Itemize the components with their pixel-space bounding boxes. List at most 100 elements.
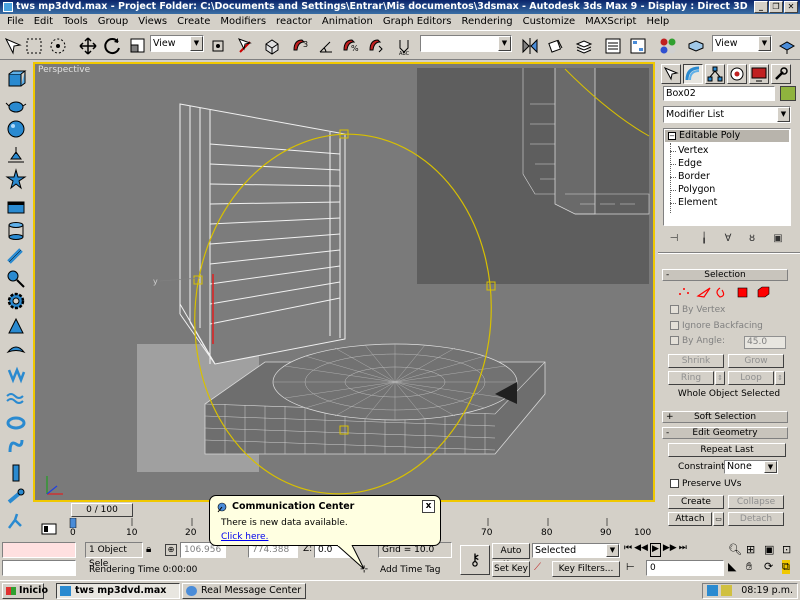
edit-named-selection-icon[interactable]: ABC (396, 36, 416, 56)
align-icon[interactable] (546, 36, 566, 56)
reference-coordinate-dropdown[interactable]: View ▼ (150, 35, 204, 52)
ring-spinner[interactable]: ⇕ (715, 371, 725, 385)
stack-item-border[interactable]: Border (670, 171, 710, 182)
key-mode-toggle-icon[interactable]: ⊢ (626, 562, 635, 573)
percent-snap-icon[interactable]: % (340, 36, 360, 56)
configure-sets-icon[interactable]: ▣ (771, 232, 785, 246)
create-cylinder-icon[interactable] (5, 220, 27, 242)
create-wave-icon[interactable] (5, 388, 27, 410)
key-mode-icon[interactable]: ⚷ (460, 545, 490, 575)
schematic-view-icon[interactable] (628, 36, 648, 56)
border-mode-icon[interactable] (716, 287, 725, 298)
preserve-uvs-checkbox[interactable]: Preserve UVs (670, 479, 741, 489)
object-name-field[interactable]: Box02 (663, 86, 775, 101)
create-plane-icon[interactable] (5, 196, 27, 218)
object-color-swatch[interactable] (780, 86, 796, 101)
tray-network-icon[interactable] (707, 585, 718, 596)
attach-settings-icon[interactable]: ▭ (713, 512, 724, 526)
edit-geometry-rollout-header[interactable]: - Edit Geometry (662, 427, 788, 439)
by-angle-checkbox[interactable]: By Angle: (670, 336, 725, 346)
create-light-icon[interactable] (5, 144, 27, 166)
stack-item-editable-poly[interactable]: − Editable Poly (665, 130, 789, 142)
tab-motion[interactable] (727, 64, 747, 84)
repeat-last-button[interactable]: Repeat Last (668, 443, 786, 457)
field-of-view-icon[interactable]: ◣ (728, 560, 736, 573)
create-spring-icon[interactable] (5, 364, 27, 386)
collapse-button[interactable]: Collapse (728, 495, 784, 509)
collapse-minus-icon[interactable]: − (668, 132, 676, 140)
angle-snap-icon[interactable] (316, 36, 336, 56)
create-torus-icon[interactable] (5, 412, 27, 434)
stack-item-element[interactable]: Element (669, 197, 717, 208)
render-type-dropdown[interactable]: View ▼ (712, 35, 772, 52)
select-link-icon[interactable] (3, 36, 23, 56)
pan-hand-icon[interactable]: ✋︎ (746, 560, 752, 574)
create-button[interactable]: Create (668, 495, 724, 509)
modifier-list-dropdown[interactable]: Modifier List ▼ (663, 106, 791, 123)
select-by-name-icon[interactable] (48, 36, 68, 56)
zoom-icon[interactable]: 🔍︎ (728, 543, 742, 556)
create-gear-icon[interactable] (5, 290, 27, 312)
tab-hierarchy[interactable] (705, 64, 725, 84)
minimize-button[interactable]: _ (754, 1, 768, 13)
menu-help[interactable]: Help (641, 14, 674, 30)
create-bone-icon[interactable] (5, 462, 27, 484)
key-tangent-icon[interactable]: ⟋ (534, 562, 541, 573)
perspective-viewport[interactable]: y Perspective (33, 62, 655, 502)
grow-button[interactable]: Grow (728, 354, 784, 368)
make-unique-icon[interactable]: ∀ (721, 232, 735, 246)
pivot-center-icon[interactable] (208, 36, 228, 56)
time-slider-thumb[interactable]: 0 / 100 (71, 503, 133, 517)
rotate-icon[interactable] (103, 36, 123, 56)
polygon-mode-icon[interactable] (737, 287, 748, 298)
stack-item-vertex[interactable]: Vertex (670, 145, 709, 156)
create-helper-icon[interactable] (5, 168, 27, 190)
mirror-icon[interactable] (520, 36, 540, 56)
create-cone-icon[interactable] (5, 268, 27, 290)
menu-customize[interactable]: Customize (518, 14, 581, 30)
create-knot-icon[interactable] (5, 436, 27, 458)
layer-manager-icon[interactable] (574, 36, 594, 56)
menu-modifiers[interactable]: Modifiers (215, 14, 271, 30)
lock-icon[interactable]: 🔒︎ (146, 544, 151, 555)
create-box-icon[interactable] (5, 68, 27, 90)
current-frame-field[interactable]: 0 (646, 560, 724, 576)
render-scene-icon[interactable] (686, 36, 706, 56)
show-end-result-icon[interactable]: ╽ (697, 232, 711, 246)
previous-frame-icon[interactable]: ◀◀ (634, 543, 648, 557)
menu-tools[interactable]: Tools (58, 14, 93, 30)
arc-rotate-icon[interactable]: ⟳ (764, 560, 773, 573)
create-particle-icon[interactable] (5, 510, 27, 532)
create-pyramid-icon[interactable] (5, 316, 27, 338)
create-sphere-icon[interactable] (5, 118, 27, 140)
create-tube-icon[interactable] (5, 244, 27, 266)
create-hose-icon[interactable] (5, 486, 27, 508)
stack-item-edge[interactable]: Edge (670, 158, 702, 169)
maxscript-listener-top[interactable] (2, 542, 76, 558)
play-icon[interactable]: ▶ (649, 543, 661, 557)
shrink-button[interactable]: Shrink (668, 354, 724, 368)
menu-create[interactable]: Create (172, 14, 215, 30)
select-manipulate-icon[interactable] (236, 36, 256, 56)
create-teapot-icon[interactable] (5, 94, 27, 116)
ignore-backfacing-checkbox[interactable]: Ignore Backfacing (670, 321, 763, 331)
tab-utilities[interactable] (771, 64, 791, 84)
curve-editor-icon[interactable] (603, 36, 623, 56)
menu-maxscript[interactable]: MAXScript (580, 14, 641, 30)
menu-edit[interactable]: Edit (29, 14, 58, 30)
select-region-icon[interactable] (24, 36, 44, 56)
menu-animation[interactable]: Animation (317, 14, 378, 30)
tab-modify[interactable] (683, 64, 703, 84)
pin-stack-icon[interactable]: ⊣ (667, 232, 681, 246)
material-editor-icon[interactable] (658, 36, 678, 56)
angle-spinner[interactable]: 45.0 (744, 336, 786, 349)
taskbar-item-3dsmax[interactable]: tws mp3dvd.max (56, 583, 180, 599)
element-mode-icon[interactable] (757, 286, 770, 298)
by-vertex-checkbox[interactable]: By Vertex (670, 305, 725, 315)
move-icon[interactable] (78, 36, 98, 56)
balloon-close-button[interactable]: x (422, 500, 435, 513)
maximize-button[interactable]: ❐ (769, 1, 783, 13)
menu-file[interactable]: File (2, 14, 29, 30)
menu-reactor[interactable]: reactor (271, 14, 317, 30)
loop-spinner[interactable]: ⇕ (775, 371, 785, 385)
